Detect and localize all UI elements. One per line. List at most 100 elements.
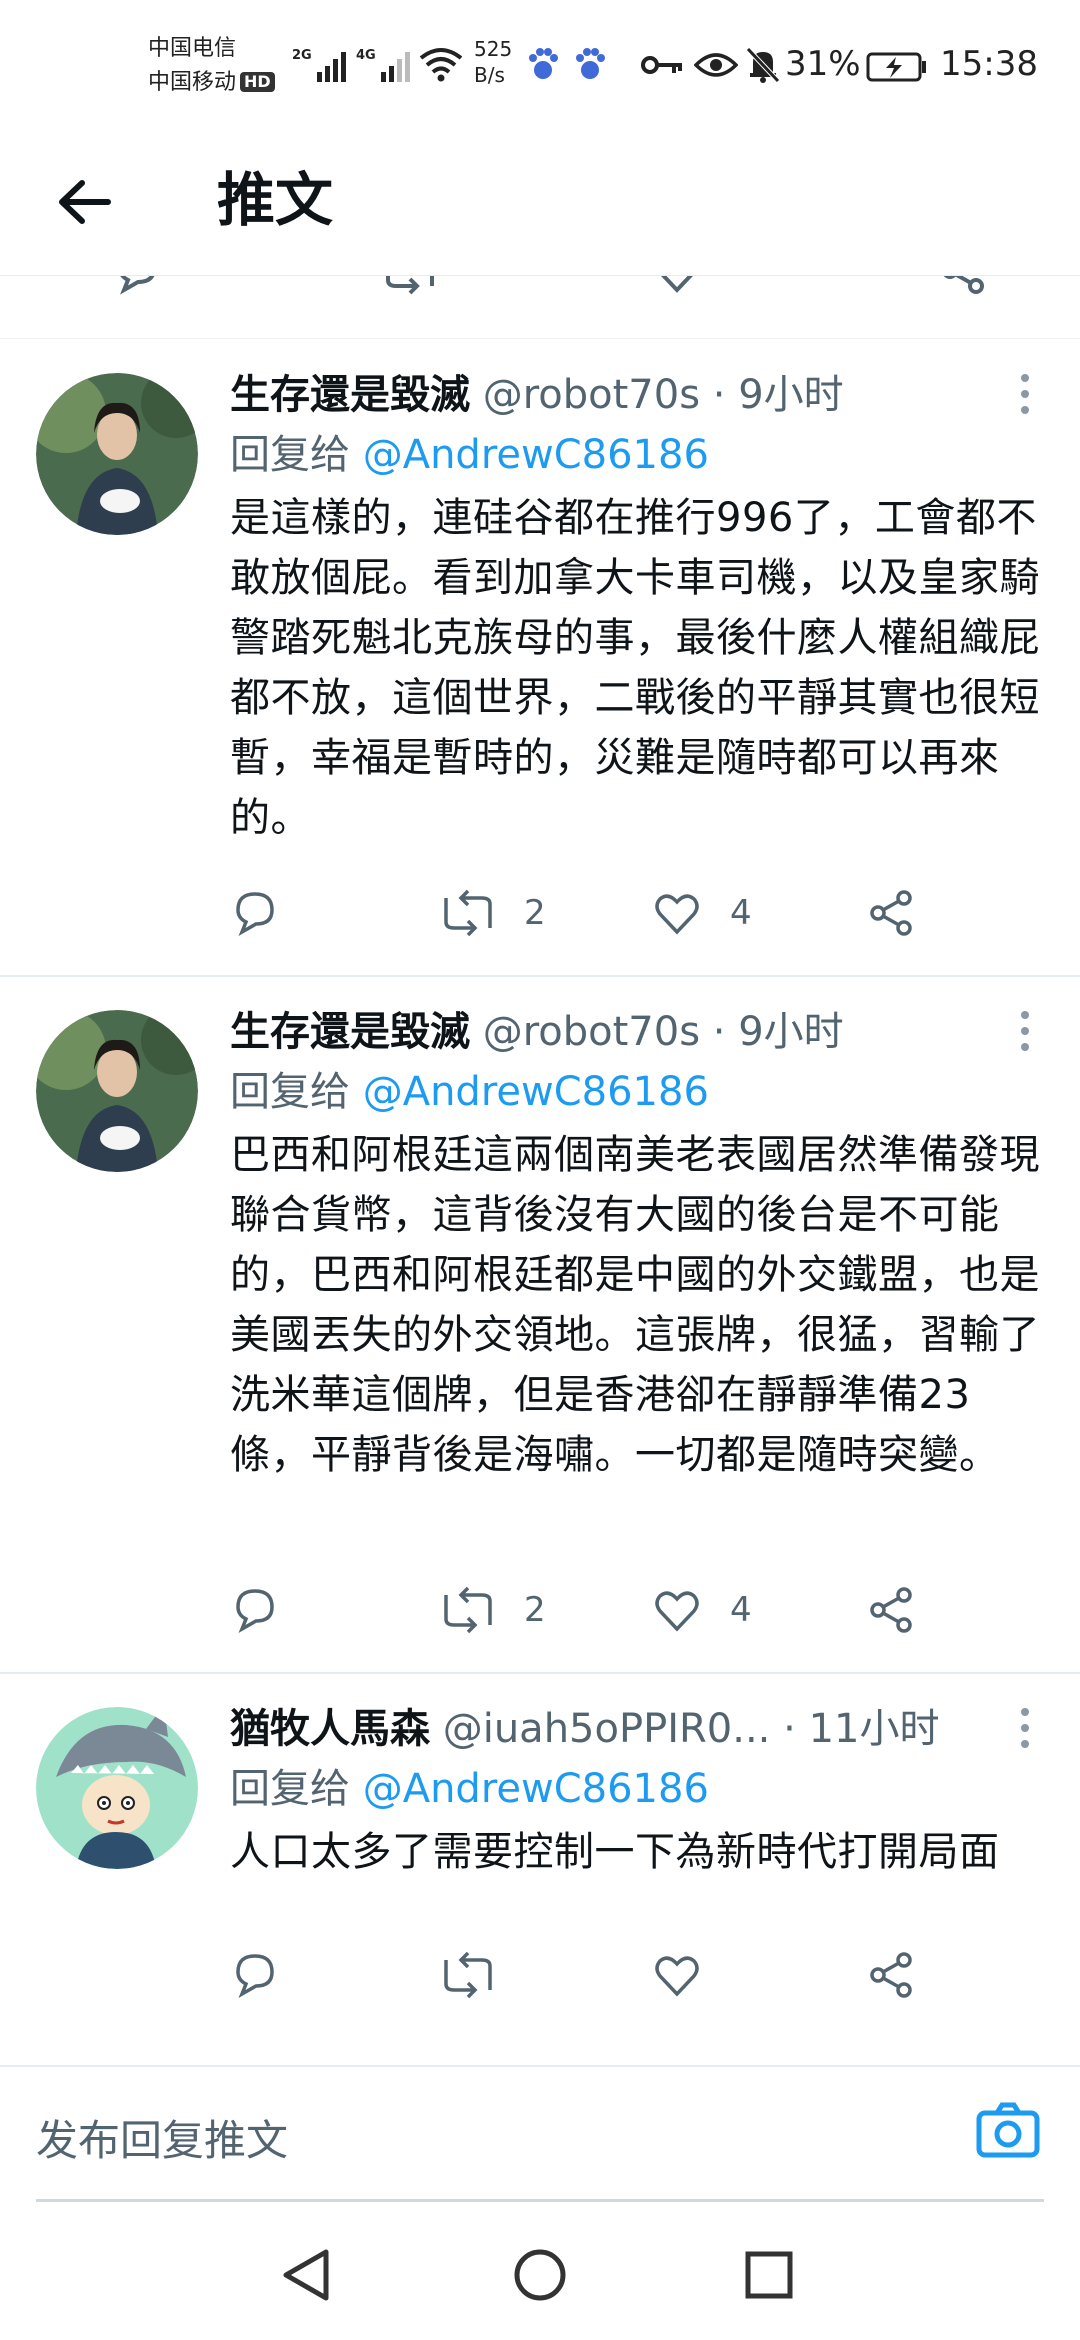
tweet-text: 人口太多了需要控制一下為新時代打開局面 <box>230 1829 1000 1875</box>
baidu-paw-icon <box>529 48 558 79</box>
retweet-count: 2 <box>524 1590 546 1630</box>
retweet-icon <box>444 1951 492 1999</box>
network-speed-unit: B/s <box>474 63 505 87</box>
tweet-time: 11小时 <box>808 1706 940 1752</box>
reply-button[interactable] <box>230 1580 280 1640</box>
eye-icon <box>694 53 738 77</box>
retweet-button[interactable]: 2 <box>440 883 546 943</box>
carrier-1: 中国电信 <box>148 36 237 61</box>
tweet-actions: 2 4 <box>230 883 950 943</box>
tweet-header: 生存還是毀滅 @robot70s · 9小时 <box>230 369 1040 421</box>
share-button[interactable] <box>866 1580 916 1640</box>
user-handle[interactable]: @robot70s <box>483 1009 700 1055</box>
network-speed: 525 B/s <box>474 36 512 88</box>
key-icon <box>641 56 682 74</box>
reply-prefix: 回复给 <box>230 1766 350 1812</box>
dot-separator: · <box>712 372 726 418</box>
retweet-button[interactable]: 2 <box>440 1580 546 1640</box>
display-name[interactable]: 猶牧人馬森 <box>230 1706 430 1752</box>
network-speed-value: 525 <box>474 37 513 61</box>
user-avatar[interactable] <box>36 1010 198 1172</box>
top-app-bar: 推文 <box>0 135 1080 276</box>
previous-tweet-actions <box>0 276 1080 339</box>
tweet-card[interactable]: 猶牧人馬森 @iuah5oPPIR0... · 11小时 回复给 @Andrew… <box>0 1677 1080 2062</box>
back-arrow-icon[interactable] <box>50 167 120 237</box>
reply-input[interactable]: 发布回复推文 <box>36 2107 288 2168</box>
share-icon <box>870 1587 912 1633</box>
status-bar: 中国电信 中国移动 HD 2G 4G 525 B/s 31% 15:38 <box>0 0 1080 135</box>
mute-bell-icon <box>746 47 780 83</box>
reply-button[interactable] <box>230 1945 280 2005</box>
separator <box>0 338 1080 339</box>
baidu-paw-icon-2 <box>576 48 605 79</box>
signal-2g-label: 2G <box>292 48 312 63</box>
tweet-header: 生存還是毀滅 @robot70s · 9小时 <box>230 1006 1040 1058</box>
battery-charging-icon <box>866 52 926 82</box>
reply-composer: 发布回复推文 <box>0 2065 1080 2202</box>
like-count: 4 <box>730 1590 752 1630</box>
retweet-count: 2 <box>524 893 546 933</box>
reply-button[interactable] <box>230 883 280 943</box>
reply-mention-link[interactable]: @AndrewC86186 <box>363 432 709 478</box>
carrier-info: 中国电信 中国移动 HD <box>148 32 275 100</box>
dot-separator: · <box>783 1706 796 1752</box>
tweet-time: 9小时 <box>738 372 844 418</box>
user-avatar[interactable] <box>36 373 198 535</box>
retweet-icon <box>444 1586 492 1634</box>
share-button[interactable] <box>866 1945 916 2005</box>
tweet-card[interactable]: 生存還是毀滅 @robot70s · 9小时 回复给 @AndrewC86186… <box>0 343 1080 975</box>
reply-mention-link[interactable]: @AndrewC86186 <box>363 1069 709 1115</box>
share-icon[interactable] <box>938 276 988 296</box>
reply-icon[interactable] <box>112 276 162 296</box>
share-icon <box>870 890 912 936</box>
tweet-header: 猶牧人馬森 @iuah5oPPIR0... · 11小时 <box>230 1703 1040 1755</box>
wifi-icon <box>419 48 463 82</box>
heart-icon[interactable] <box>652 276 702 296</box>
nav-back-icon[interactable] <box>262 2230 352 2320</box>
tweet-divider <box>0 1672 1080 1674</box>
share-button[interactable] <box>866 883 916 943</box>
user-avatar[interactable] <box>36 1707 198 1869</box>
reply-context: 回复给 @AndrewC86186 <box>230 429 709 481</box>
signal-2g-icon: 2G <box>292 48 346 82</box>
like-button[interactable]: 4 <box>652 883 752 943</box>
nav-home-icon[interactable] <box>495 2230 585 2320</box>
reply-icon <box>236 1589 274 1634</box>
display-name[interactable]: 生存還是毀滅 <box>230 372 470 418</box>
user-handle[interactable]: @iuah5oPPIR0... <box>443 1706 771 1752</box>
page-title: 推文 <box>217 166 334 234</box>
reply-prefix: 回复给 <box>230 432 350 478</box>
camera-icon[interactable] <box>975 2097 1041 2163</box>
reply-icon <box>236 892 274 937</box>
reply-context: 回复给 @AndrewC86186 <box>230 1763 709 1815</box>
retweet-button[interactable] <box>440 1945 524 2005</box>
reply-icon <box>236 1954 274 1999</box>
share-icon <box>870 1952 912 1998</box>
tweet-text: 巴西和阿根廷這兩個南美老表國居然準備發現聯合貨幣，這背後沒有大國的後台是不可能的… <box>230 1132 1040 1478</box>
like-button[interactable] <box>652 1945 730 2005</box>
heart-icon <box>655 1956 699 1997</box>
tweet-actions: 2 4 <box>230 1580 950 1640</box>
more-options-icon[interactable] <box>1010 1006 1040 1056</box>
user-handle[interactable]: @robot70s <box>483 372 700 418</box>
hd-badge: HD <box>240 72 275 92</box>
reply-mention-link[interactable]: @AndrewC86186 <box>363 1766 709 1812</box>
more-options-icon[interactable] <box>1010 369 1040 419</box>
retweet-icon[interactable] <box>382 276 438 296</box>
more-options-icon[interactable] <box>1010 1703 1040 1753</box>
signal-4g-label: 4G <box>356 48 376 63</box>
battery-percent: 31% <box>785 44 861 84</box>
reply-prefix: 回复给 <box>230 1069 350 1115</box>
signal-4g-icon: 4G <box>356 48 410 82</box>
nav-recents-icon[interactable] <box>724 2230 814 2320</box>
tweet-card[interactable]: 生存還是毀滅 @robot70s · 9小时 回复给 @AndrewC86186… <box>0 980 1080 1670</box>
dot-separator: · <box>712 1009 726 1055</box>
clock: 15:38 <box>940 44 1038 84</box>
tweet-divider <box>0 975 1080 977</box>
heart-icon <box>655 894 699 935</box>
tweet-text: 是這樣的，連硅谷都在推行996了，工會都不敢放個屁。看到加拿大卡車司機，以及皇家… <box>230 495 1040 841</box>
like-button[interactable]: 4 <box>652 1580 752 1640</box>
retweet-icon <box>444 889 492 937</box>
tweet-actions <box>230 1945 950 2005</box>
display-name[interactable]: 生存還是毀滅 <box>230 1009 470 1055</box>
